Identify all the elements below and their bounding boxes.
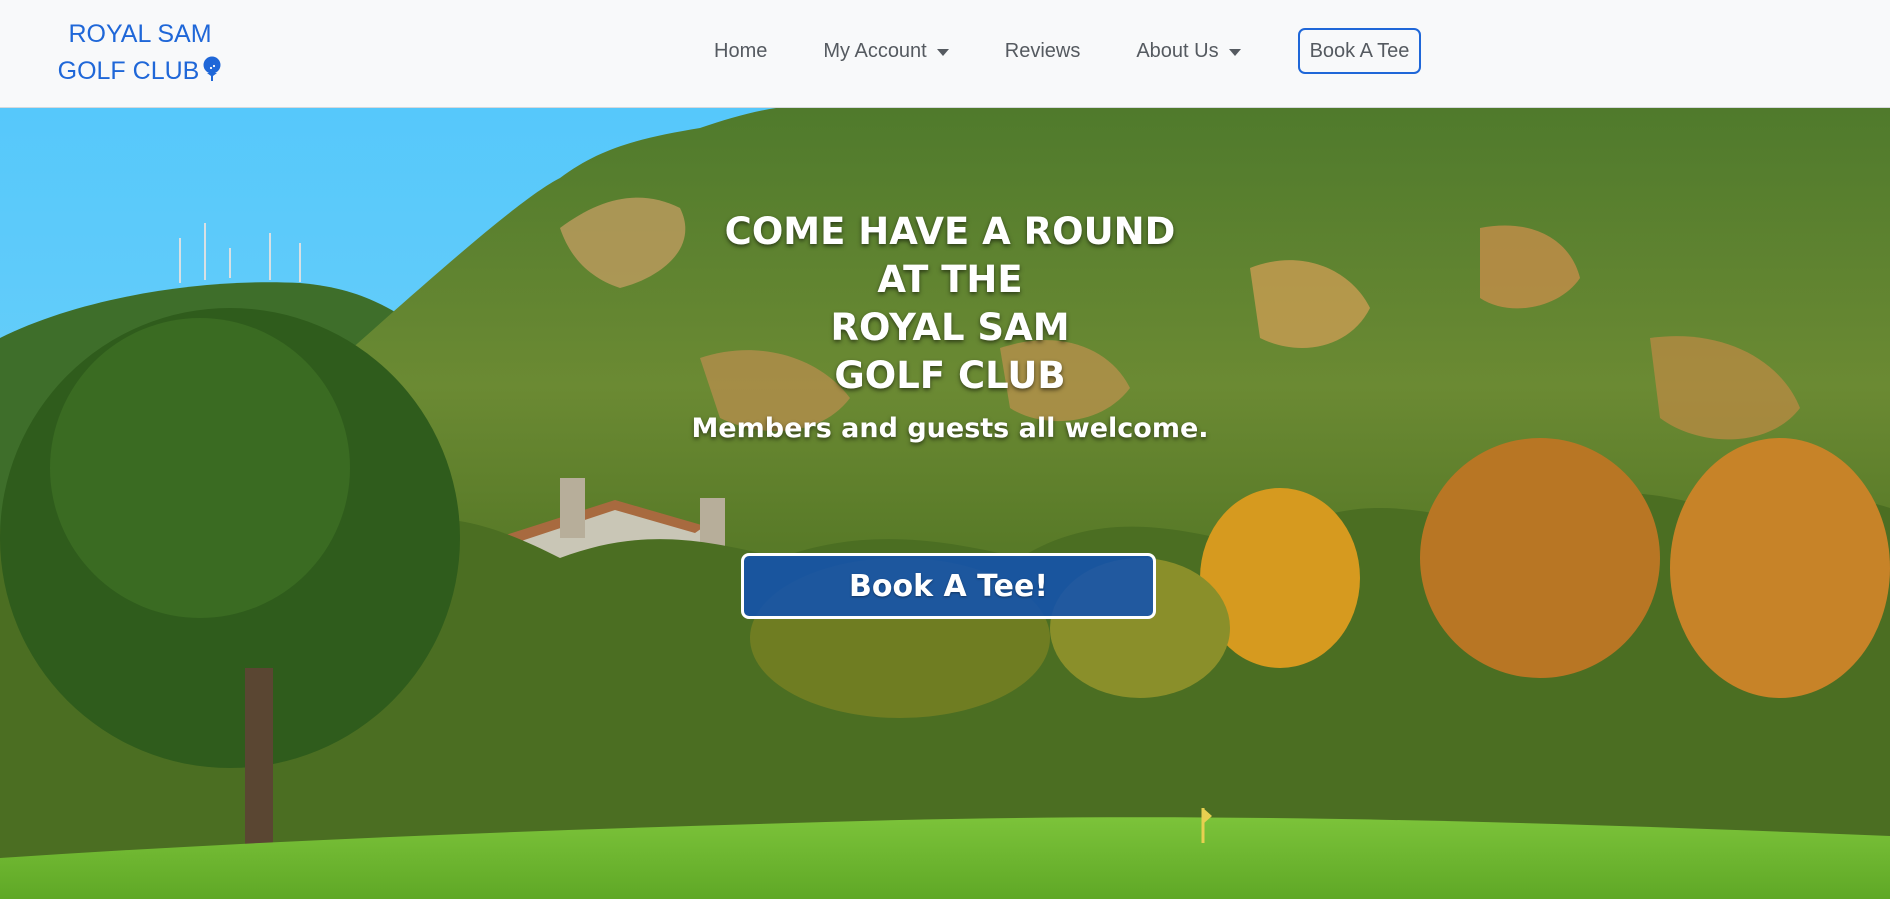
nav-item-label: My Account: [823, 39, 927, 62]
caret-down-icon: [1228, 48, 1241, 56]
nav-item-label: About Us: [1136, 39, 1219, 62]
nav-item-my-account[interactable]: My Account: [809, 40, 962, 63]
navbar: ROYAL SAM GOLF CLUB Home My Account Revi…: [0, 0, 1890, 108]
golf-tee-icon: [202, 56, 222, 93]
nav-item-label: Home: [714, 39, 768, 62]
hero-title-line: COME HAVE A ROUND: [724, 210, 1176, 253]
brand-line-1: ROYAL SAM: [68, 20, 212, 48]
nav-item-home[interactable]: Home: [700, 40, 781, 63]
nav-item-label: Reviews: [1004, 39, 1081, 62]
brand-line-2-wrapper: GOLF CLUB: [50, 53, 230, 93]
hero-subtitle: Members and guests all welcome.: [691, 413, 1209, 444]
hero-section: COME HAVE A ROUND AT THE ROYAL SAM GOLF …: [0, 108, 1890, 899]
nav-item-reviews[interactable]: Reviews: [991, 40, 1095, 63]
hero-book-tee-button[interactable]: Book A Tee!: [741, 553, 1156, 619]
nav-item-about-us[interactable]: About Us: [1122, 40, 1254, 63]
hero-text: COME HAVE A ROUND AT THE ROYAL SAM GOLF …: [645, 208, 1255, 448]
nav-book-tee-button[interactable]: Book A Tee: [1297, 28, 1422, 74]
caret-down-icon: [936, 48, 949, 56]
hero-title-line: ROYAL SAM: [830, 306, 1070, 349]
nav-links: Home My Account Reviews About Us Book A …: [700, 28, 1422, 74]
hero-title-line: GOLF CLUB: [834, 354, 1066, 397]
brand-line-2: GOLF CLUB: [57, 57, 200, 85]
hero-title: COME HAVE A ROUND AT THE ROYAL SAM GOLF …: [645, 208, 1255, 400]
hero-title-line: AT THE: [877, 258, 1023, 301]
brand-logo-link[interactable]: ROYAL SAM GOLF CLUB: [50, 16, 230, 93]
